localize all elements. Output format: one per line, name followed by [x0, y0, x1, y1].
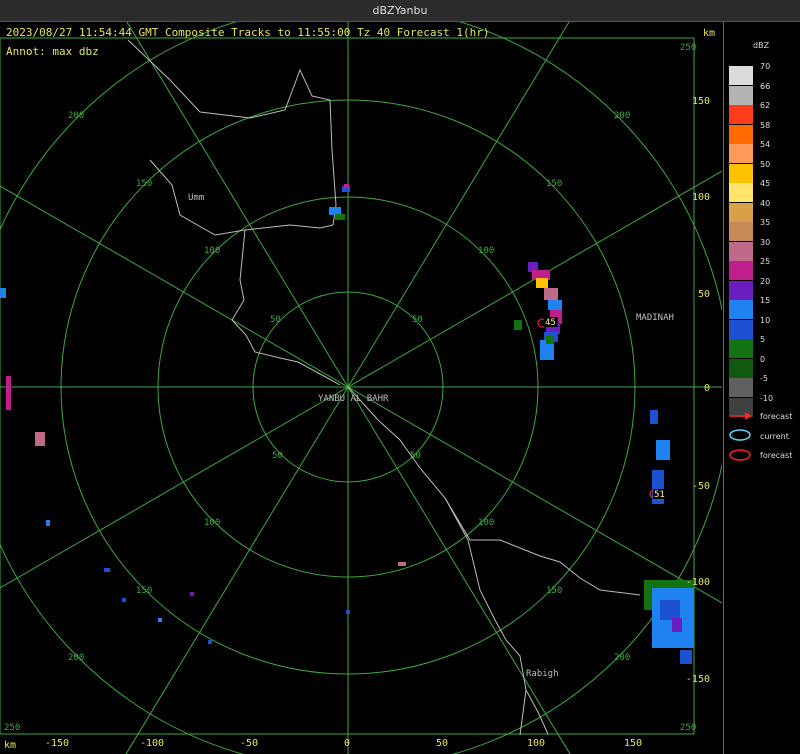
legend-swatch — [729, 163, 753, 183]
legend-value: 35 — [760, 218, 771, 227]
ring-label-200-se: 200 — [614, 653, 630, 663]
legend-swatch — [729, 85, 753, 105]
ring-label-200-nw: 200 — [68, 111, 84, 121]
ring-label-200-sw: 200 — [68, 653, 84, 663]
x-tick-neg50: -50 — [240, 738, 258, 749]
legend-value: 25 — [760, 257, 771, 266]
legend-value: 66 — [760, 81, 771, 91]
cell-label-45: 45 — [545, 318, 556, 328]
key-forecast-vector: forecast — [760, 412, 793, 421]
cell-label-51: 51 — [654, 490, 665, 500]
legend-swatch — [729, 280, 753, 300]
corner-tick-se: 250 — [680, 723, 696, 733]
y-tick-0: 0 — [704, 383, 710, 394]
legend-swatch — [729, 105, 753, 124]
ring-label-200-ne: 200 — [614, 111, 630, 121]
key-current: current — [760, 432, 789, 441]
legend-swatch — [729, 124, 753, 144]
legend-swatch — [729, 66, 753, 85]
legend-swatch — [729, 183, 753, 202]
place-madinah: MADINAH — [636, 313, 674, 323]
legend-value: 54 — [760, 140, 771, 149]
y-tick-neg150: -150 — [686, 674, 710, 685]
legend-value: 40 — [760, 198, 771, 208]
ring-label-150-se: 150 — [546, 586, 562, 596]
legend-swatch — [729, 358, 753, 378]
radar-display[interactable]: 50 50 50 50 100 100 100 100 150 150 150 … — [0, 22, 722, 754]
ring-label-50-ne: 50 — [412, 315, 423, 325]
ring-label-100-sw: 100 — [204, 518, 220, 528]
x-tick-50: 50 — [436, 738, 448, 749]
x-tick-0: 0 — [344, 738, 350, 749]
ring-label-100-se: 100 — [478, 518, 494, 528]
legend-value: 0 — [760, 354, 766, 364]
place-rabigh: Rabigh — [526, 669, 559, 679]
ring-label-150-nw: 150 — [136, 179, 152, 189]
legend-symbols — [729, 412, 752, 461]
corner-tick-sw: 250 — [4, 723, 20, 733]
x-tick-150: 150 — [624, 738, 642, 749]
legend-value: 50 — [760, 159, 771, 169]
legend-value: 58 — [760, 120, 771, 130]
ring-label-50-se: 50 — [410, 451, 421, 461]
ring-label-150-ne: 150 — [546, 179, 562, 189]
y-tick-50: 50 — [698, 289, 710, 300]
legend-swatch — [729, 222, 753, 241]
legend-swatch — [729, 339, 753, 358]
km-label-top: km — [703, 28, 716, 39]
legend-swatch — [729, 144, 753, 163]
ring-label-50-nw: 50 — [270, 315, 281, 325]
legend-value: -10 — [760, 393, 774, 403]
km-label-bottom: km — [4, 740, 17, 751]
annotation-mode: Annot: max dbz — [6, 45, 99, 58]
legend-title: dBZ — [753, 41, 770, 50]
corner-tick-ne: 250 — [680, 43, 696, 53]
ring-label-100-nw: 100 — [204, 246, 220, 256]
legend-swatch — [729, 300, 753, 319]
y-tick-neg100: -100 — [686, 577, 710, 588]
legend-value: 5 — [760, 335, 766, 344]
legend-swatch — [729, 319, 753, 339]
ring-label-100-ne: 100 — [478, 246, 494, 256]
x-tick-neg150: -150 — [45, 738, 69, 749]
ring-label-50-sw: 50 — [272, 451, 283, 461]
legend-value: 30 — [760, 237, 771, 247]
ring-label-150-sw: 150 — [136, 586, 152, 596]
key-forecast-ellipse: forecast — [760, 451, 793, 460]
y-tick-100: 100 — [692, 192, 710, 203]
window-title: dBZYanbu — [0, 0, 800, 22]
y-tick-150: 150 — [692, 96, 710, 107]
track-header: 2023/08/27 11:54:44 GMT Composite Tracks… — [6, 26, 490, 39]
legend-swatch — [729, 378, 753, 397]
legend-value: 10 — [760, 315, 771, 325]
legend-value: 62 — [760, 101, 771, 110]
legend-swatch — [729, 261, 753, 280]
legend-value: -5 — [760, 374, 768, 383]
place-umm: Umm — [188, 193, 204, 203]
y-tick-neg50: -50 — [692, 481, 710, 492]
x-tick-100: 100 — [527, 738, 545, 749]
place-center: YANBU AL BAHR — [318, 394, 389, 404]
legend-value: 70 — [760, 62, 771, 71]
legend-value: 45 — [760, 179, 771, 188]
legend-swatch — [729, 202, 753, 222]
legend-value: 20 — [760, 276, 771, 286]
legend-swatch — [729, 241, 753, 261]
legend-value: 15 — [760, 296, 771, 305]
x-tick-neg100: -100 — [140, 738, 164, 749]
